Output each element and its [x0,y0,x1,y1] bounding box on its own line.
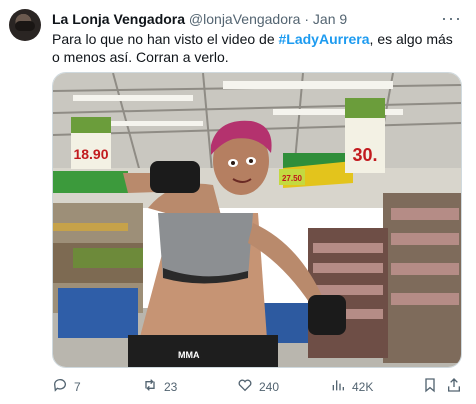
heart-icon [237,377,253,396]
price-sign-left-text: 18.90 [73,146,108,162]
repost-icon [142,377,158,396]
reply-button[interactable]: 7 [52,377,81,396]
reply-icon [52,377,68,396]
author-handle[interactable]: @lonjaVengadora [189,11,301,27]
bookmark-button[interactable] [422,377,438,396]
tweet-text-before: Para lo que no han visto el video de [52,31,279,47]
views-icon [330,377,346,396]
repost-button[interactable]: 23 [142,377,177,396]
hashtag-link[interactable]: #LadyAurrera [279,31,370,47]
views-button[interactable]: 42K [330,377,373,396]
bookmark-icon [422,377,438,396]
repost-count: 23 [164,379,178,394]
tweet-media-image[interactable]: 27.50 18.90 30. MMA [52,72,462,368]
like-count: 240 [259,379,280,394]
shorts-text: MMA [178,350,200,360]
like-button[interactable]: 240 [237,377,279,396]
avatar[interactable] [9,9,41,41]
separator-dot: · [304,11,310,27]
tweet-text: Para lo que no han visto el video de #La… [52,30,462,66]
tweet-header: La Lonja Vengadora @lonjaVengadora · Jan… [52,11,347,28]
share-icon [446,377,462,396]
share-button[interactable] [446,377,462,396]
price-sign-right-text: 30. [352,145,377,165]
tweet-date[interactable]: Jan 9 [313,11,347,27]
price-sign-small-text: 27.50 [282,174,303,183]
tweet-actions: 7 23 240 42K [52,377,462,395]
supermarket-photo: 27.50 18.90 30. MMA [53,73,461,367]
reply-count: 7 [74,379,81,394]
views-count: 42K [352,379,374,394]
more-icon[interactable]: ··· [441,8,462,29]
author-name[interactable]: La Lonja Vengadora [52,11,185,27]
